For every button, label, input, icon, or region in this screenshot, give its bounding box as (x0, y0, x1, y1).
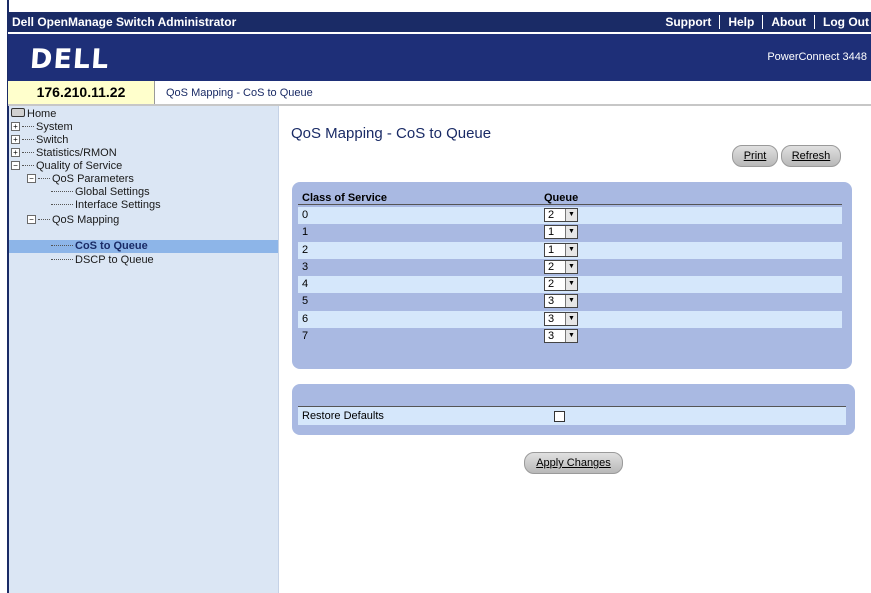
tree-item-global-settings[interactable]: Global Settings (51, 186, 150, 198)
cos-value: 3 (302, 260, 309, 273)
cos-value: 4 (302, 278, 309, 290)
queue-value: 2 (548, 278, 555, 290)
chevron-down-icon[interactable]: ▼ (565, 243, 577, 256)
restore-row: Restore Defaults (298, 407, 846, 425)
apply-changes-button[interactable]: Apply Changes (524, 452, 623, 474)
app-title: Dell OpenManage Switch Administrator (12, 15, 237, 29)
cos-value: 2 (302, 243, 309, 256)
queue-select[interactable]: 3 ▼ (544, 294, 578, 309)
breadcrumb: QoS Mapping - CoS to Queue (166, 87, 313, 99)
collapse-icon[interactable]: − (27, 174, 36, 183)
collapse-icon[interactable]: − (11, 161, 20, 170)
print-button[interactable]: Print (732, 145, 778, 167)
header-line (298, 204, 842, 205)
refresh-button[interactable]: Refresh (781, 145, 841, 167)
table-row: 2 1 ▼ (298, 241, 842, 259)
queue-select[interactable]: 3 ▼ (544, 311, 578, 326)
expand-icon[interactable]: + (11, 148, 20, 157)
about-link[interactable]: About (771, 15, 806, 29)
logout-link[interactable]: Log Out (823, 15, 869, 29)
queue-select[interactable]: 1 ▼ (544, 225, 578, 240)
queue-select[interactable]: 2 ▼ (544, 259, 578, 274)
table-row: 3 2 ▼ (298, 259, 842, 276)
sidebar-tree: Home + System + Switch + Statistics/RMON − Q… (9, 106, 279, 593)
queue-value: 3 (548, 329, 555, 342)
table-row: 1 1 ▼ (298, 224, 842, 241)
queue-select[interactable]: 2 ▼ (544, 277, 578, 291)
queue-select[interactable]: 3 ▼ (544, 328, 578, 343)
col-header-queue: Queue (544, 192, 579, 204)
chevron-down-icon[interactable]: ▼ (565, 226, 577, 239)
queue-value: 3 (548, 312, 555, 325)
cos-value: 7 (302, 329, 309, 342)
chevron-down-icon[interactable]: ▼ (565, 329, 577, 342)
queue-value: 2 (548, 209, 555, 221)
table-row: 5 3 ▼ (298, 293, 842, 310)
tree-item-statistics[interactable]: + Statistics/RMON (11, 147, 117, 159)
cos-value: 0 (302, 209, 309, 221)
cos-value: 6 (302, 312, 309, 325)
home-icon (11, 108, 25, 117)
tree-item-dscp-to-queue[interactable]: DSCP to Queue (51, 254, 154, 266)
queue-value: 1 (548, 243, 555, 256)
cos-value: 1 (302, 226, 309, 239)
table-row: 7 3 ▼ (298, 328, 842, 345)
tree-item-cos-to-queue[interactable]: CoS to Queue (51, 240, 148, 252)
nav-divider (762, 15, 764, 29)
tree-item-system[interactable]: + System (11, 121, 73, 133)
queue-select[interactable]: 1 ▼ (544, 242, 578, 257)
tree-item-switch[interactable]: + Switch (11, 134, 68, 146)
queue-value: 2 (548, 260, 555, 273)
tree-item-qos-mapping[interactable]: − QoS Mapping (27, 214, 119, 226)
col-header-cos: Class of Service (302, 192, 387, 204)
banner: DELL PowerConnect 3448 (8, 34, 871, 81)
expand-icon[interactable]: + (11, 122, 20, 131)
nav-divider (814, 15, 816, 29)
table-row: 0 2 ▼ (298, 207, 842, 224)
table-row: 4 2 ▼ (298, 276, 842, 293)
tree-item-home[interactable]: Home (11, 108, 56, 120)
help-link[interactable]: Help (728, 15, 754, 29)
restore-defaults-checkbox[interactable] (554, 411, 565, 422)
collapse-icon[interactable]: − (27, 215, 36, 224)
queue-value: 1 (548, 226, 555, 239)
expand-icon[interactable]: + (11, 135, 20, 144)
table-row: 6 3 ▼ (298, 310, 842, 328)
cos-value: 5 (302, 295, 309, 308)
chevron-down-icon[interactable]: ▼ (565, 312, 577, 325)
support-link[interactable]: Support (665, 15, 711, 29)
top-bar: Dell OpenManage Switch Administrator Sup… (8, 12, 871, 34)
window-edge (0, 0, 9, 593)
chevron-down-icon[interactable]: ▼ (565, 295, 577, 308)
tree-item-qos[interactable]: − Quality of Service (11, 160, 122, 172)
queue-select[interactable]: 2 ▼ (544, 208, 578, 222)
chevron-down-icon[interactable]: ▼ (565, 209, 577, 221)
restore-defaults-label: Restore Defaults (302, 410, 384, 422)
tree-item-interface-settings[interactable]: Interface Settings (51, 199, 161, 211)
product-name: PowerConnect 3448 (767, 51, 867, 63)
chevron-down-icon[interactable]: ▼ (565, 278, 577, 290)
device-ip: 176.210.11.22 (8, 81, 155, 104)
page-title: QoS Mapping - CoS to Queue (291, 125, 492, 142)
queue-value: 3 (548, 295, 555, 308)
chevron-down-icon[interactable]: ▼ (565, 260, 577, 273)
dell-logo: DELL (28, 44, 111, 75)
top-nav: Support Help About Log Out (665, 12, 871, 32)
tree-item-qos-parameters[interactable]: − QoS Parameters (27, 173, 134, 185)
address-row: 176.210.11.22 QoS Mapping - CoS to Queue (8, 81, 871, 106)
nav-divider (719, 15, 721, 29)
